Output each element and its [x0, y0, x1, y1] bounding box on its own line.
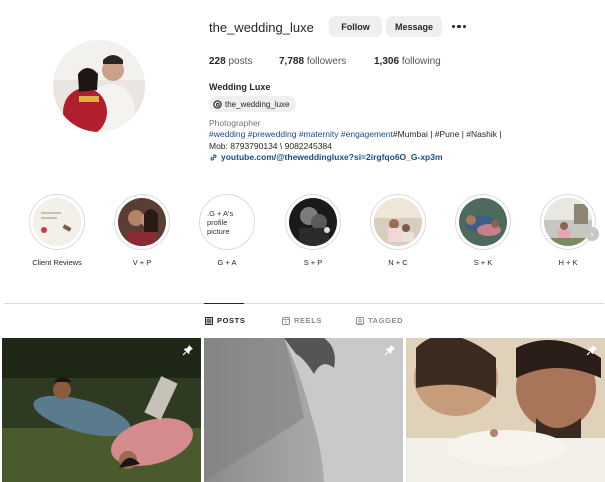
followers-count: 7,788	[279, 56, 305, 67]
tab-reels[interactable]: REELS	[282, 316, 322, 325]
message-button[interactable]: Message	[386, 16, 442, 37]
tab-label: TAGGED	[368, 316, 404, 325]
threads-handle: the_wedding_luxe	[225, 99, 290, 109]
profile-link[interactable]: youtube.com/@theweddingluxe?si=2irgfqo6O…	[209, 152, 443, 162]
tab-label: POSTS	[217, 316, 246, 325]
highlight-g-a[interactable]: .G + A's profile picture G + A	[192, 194, 262, 267]
followers-stat[interactable]: 7,788 followers	[279, 56, 346, 67]
tab-posts[interactable]: POSTS	[205, 316, 245, 325]
post-image	[2, 338, 201, 482]
post-tile[interactable]	[406, 338, 605, 482]
post-image	[204, 338, 403, 482]
following-stat[interactable]: 1,306 following	[374, 56, 441, 67]
profile-link-text: youtube.com/@theweddingluxe?si=2irgfqo6O…	[221, 152, 443, 162]
grid-icon	[205, 316, 213, 325]
tagged-icon	[356, 316, 364, 325]
threads-badge[interactable]: the_wedding_luxe	[209, 96, 296, 112]
highlight-label: H + K	[558, 258, 578, 267]
highlight-thumbnail	[118, 198, 166, 246]
follow-button[interactable]: Follow	[329, 16, 382, 37]
pin-icon	[586, 345, 597, 356]
username: the_wedding_luxe	[209, 20, 314, 35]
post-image	[406, 338, 605, 482]
following-count: 1,306	[374, 56, 400, 67]
highlight-thumbnail	[544, 198, 592, 246]
reels-icon	[282, 316, 290, 325]
threads-icon	[213, 99, 222, 109]
followers-label: followers	[306, 56, 347, 67]
highlight-label: G + A	[217, 258, 237, 267]
hashtag-wedding[interactable]: #wedding	[209, 129, 245, 139]
highlight-thumbnail	[374, 198, 422, 246]
highlight-label: N + C	[388, 258, 408, 267]
hashtag-maternity[interactable]: #maternity	[299, 129, 339, 139]
hashtag-engagement[interactable]: #engagement	[341, 129, 393, 139]
highlight-label: V + P	[132, 258, 152, 267]
profile-avatar[interactable]	[53, 40, 145, 132]
tab-label: REELS	[294, 316, 323, 325]
highlight-label: S + P	[303, 258, 323, 267]
bio-tags-line: #wedding #prewedding #maternity #engagem…	[209, 129, 502, 139]
pin-icon	[182, 345, 193, 356]
active-tab-indicator	[204, 303, 244, 304]
post-tile[interactable]	[204, 338, 403, 482]
highlight-client-reviews[interactable]: Client Reviews	[22, 194, 92, 267]
bio-phone: Mob: 8793790134 \ 9082245384	[209, 141, 332, 151]
highlight-thumbnail	[289, 198, 337, 246]
highlight-image-text: .G + A's profile picture	[207, 208, 234, 236]
pin-icon	[384, 345, 395, 356]
following-label: following	[401, 56, 441, 67]
highlight-label: Client Reviews	[32, 258, 82, 267]
post-tile[interactable]	[2, 338, 201, 482]
highlight-thumbnail	[33, 198, 81, 246]
link-icon	[210, 154, 217, 160]
bio-locations: #Mumbai | #Pune | #Nashik |	[392, 129, 502, 139]
tabs-divider	[4, 303, 604, 304]
posts-stat: 228 posts	[209, 56, 252, 67]
highlight-n-c[interactable]: N + C	[363, 194, 433, 267]
more-icon[interactable]	[450, 16, 468, 37]
full-name: Wedding Luxe	[209, 82, 271, 92]
tab-tagged[interactable]: TAGGED	[356, 316, 403, 325]
highlight-v-p[interactable]: V + P	[107, 194, 177, 267]
highlight-s-k[interactable]: S + K	[448, 194, 518, 267]
category-label: Photographer	[209, 118, 261, 128]
posts-count: 228	[209, 56, 226, 67]
posts-label: posts	[228, 56, 253, 67]
highlight-s-p[interactable]: S + P	[278, 194, 348, 267]
highlight-label: S + K	[473, 258, 493, 267]
hashtag-prewedding[interactable]: #prewedding	[248, 129, 297, 139]
chevron-right-icon[interactable]: ›	[585, 227, 599, 241]
highlight-thumbnail	[459, 198, 507, 246]
